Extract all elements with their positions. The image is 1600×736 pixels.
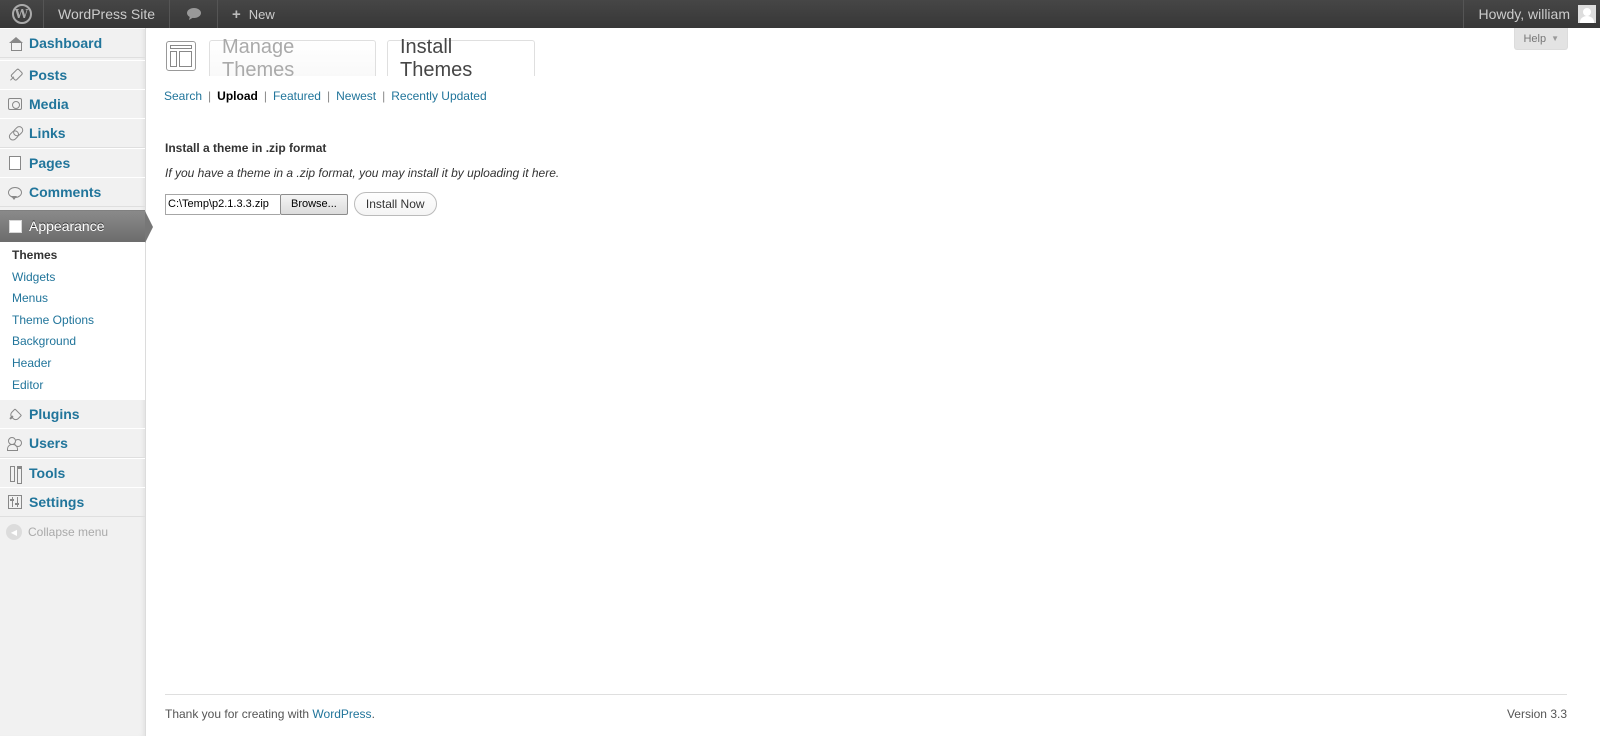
submenu-item-widgets[interactable]: Widgets (12, 270, 55, 284)
submenu-item-editor[interactable]: Editor (12, 378, 43, 392)
subnav-search[interactable]: Search (164, 89, 202, 103)
link-icon (7, 125, 23, 141)
menu-item-label: Links (29, 125, 66, 141)
submenu-item-theme-options[interactable]: Theme Options (12, 313, 94, 327)
menu-item-label: Tools (29, 465, 66, 481)
footer-version: Version 3.3 (1506, 707, 1567, 721)
main-content: Help ▼ Manage Themes Install Themes Sear… (146, 28, 1600, 736)
menu-item-dashboard[interactable]: Dashboard (0, 28, 145, 58)
theme-zip-file-input[interactable]: C:\Temp\p2.1.3.3.zip (165, 193, 280, 215)
chevron-down-icon: ▼ (1551, 34, 1559, 43)
help-label: Help (1523, 32, 1547, 45)
collapse-arrow-icon: ◀ (6, 524, 22, 540)
menu-item-pages[interactable]: Pages (0, 148, 145, 178)
dashboard-icon (7, 35, 23, 51)
install-subnav: Search | Upload | Featured | Newest | Re… (164, 89, 487, 103)
collapse-menu-button[interactable]: ◀ Collapse menu (6, 524, 108, 540)
tab-manage-themes[interactable]: Manage Themes (209, 36, 376, 81)
menu-item-users[interactable]: Users (0, 428, 145, 458)
menu-item-media[interactable]: Media (0, 89, 145, 119)
menu-item-label: Posts (29, 67, 68, 83)
users-icon (7, 435, 23, 451)
themes-icon (166, 41, 196, 71)
pin-icon (7, 67, 23, 83)
wordpress-logo-icon: W (11, 4, 32, 24)
admin-bar: W WordPress Site + New Howdy, william (0, 0, 1600, 28)
menu-item-label: Comments (29, 184, 102, 200)
subnav-featured[interactable]: Featured (273, 89, 321, 103)
tools-icon (7, 465, 23, 484)
menu-item-appearance[interactable]: Appearance (0, 210, 153, 243)
plus-icon: + (232, 5, 241, 23)
menu-item-label: Users (29, 435, 68, 451)
account-menu[interactable]: Howdy, william (1463, 0, 1600, 28)
upload-form: C:\Temp\p2.1.3.3.zip Browse... Install N… (165, 192, 437, 216)
footer: Thank you for creating with WordPress. V… (165, 694, 1567, 721)
menu-item-comments[interactable]: Comments (0, 177, 145, 207)
wordpress-logo-button[interactable]: W (0, 0, 44, 28)
settings-icon (7, 494, 23, 510)
subnav-upload[interactable]: Upload (217, 89, 258, 103)
menu-item-label: Media (29, 96, 69, 112)
footer-period: . (371, 707, 375, 721)
howdy-label: Howdy, william (1478, 6, 1570, 22)
help-button[interactable]: Help ▼ (1514, 28, 1568, 50)
wordpress-link[interactable]: WordPress (312, 707, 371, 721)
tab-install-themes[interactable]: Install Themes (387, 36, 535, 81)
submenu-item-header[interactable]: Header (12, 356, 51, 370)
subnav-recently-updated[interactable]: Recently Updated (391, 89, 486, 103)
media-icon (7, 96, 23, 112)
menu-item-label: Dashboard (29, 35, 103, 51)
comments-icon (7, 184, 23, 200)
submenu-item-menus[interactable]: Menus (12, 291, 48, 305)
pages-icon (6, 155, 23, 173)
menu-item-label: Settings (29, 494, 85, 510)
comments-button[interactable] (170, 0, 218, 28)
subnav-separator: | (263, 89, 267, 103)
avatar (1578, 5, 1596, 23)
menu-item-posts[interactable]: Posts (0, 60, 145, 90)
collapse-menu-label: Collapse menu (28, 525, 109, 539)
subnav-separator: | (326, 89, 331, 103)
menu-item-plugins[interactable]: Plugins (0, 399, 145, 429)
plugins-icon (7, 406, 23, 422)
menu-item-label: Appearance (29, 218, 105, 234)
submenu-item-themes[interactable]: Themes (12, 248, 57, 262)
footer-credit: Thank you for creating with WordPress. (165, 707, 375, 721)
install-now-button[interactable]: Install Now (353, 192, 437, 216)
footer-thanks: Thank you for creating with (165, 707, 310, 721)
menu-item-label: Pages (29, 155, 71, 171)
menu-item-links[interactable]: Links (0, 118, 145, 148)
comment-bubble-icon (186, 8, 201, 20)
subnav-separator: | (208, 89, 212, 103)
new-content-label: New (248, 6, 275, 22)
menu-item-settings[interactable]: Settings (0, 487, 145, 517)
new-content-button[interactable]: + New (218, 0, 289, 28)
subnav-newest[interactable]: Newest (336, 89, 376, 103)
browse-button[interactable]: Browse... (280, 193, 348, 215)
upload-heading: Install a theme in .zip format (165, 141, 327, 155)
submenu-item-background[interactable]: Background (12, 334, 76, 348)
menu-item-tools[interactable]: Tools (0, 458, 145, 488)
upload-description: If you have a theme in a .zip format, yo… (165, 166, 560, 180)
appearance-icon (7, 218, 23, 234)
site-name-link[interactable]: WordPress Site (44, 0, 170, 28)
subnav-separator: | (382, 89, 386, 103)
menu-item-label: Plugins (29, 406, 80, 422)
appearance-submenu: Themes Widgets Menus Theme Options Backg… (0, 242, 145, 400)
